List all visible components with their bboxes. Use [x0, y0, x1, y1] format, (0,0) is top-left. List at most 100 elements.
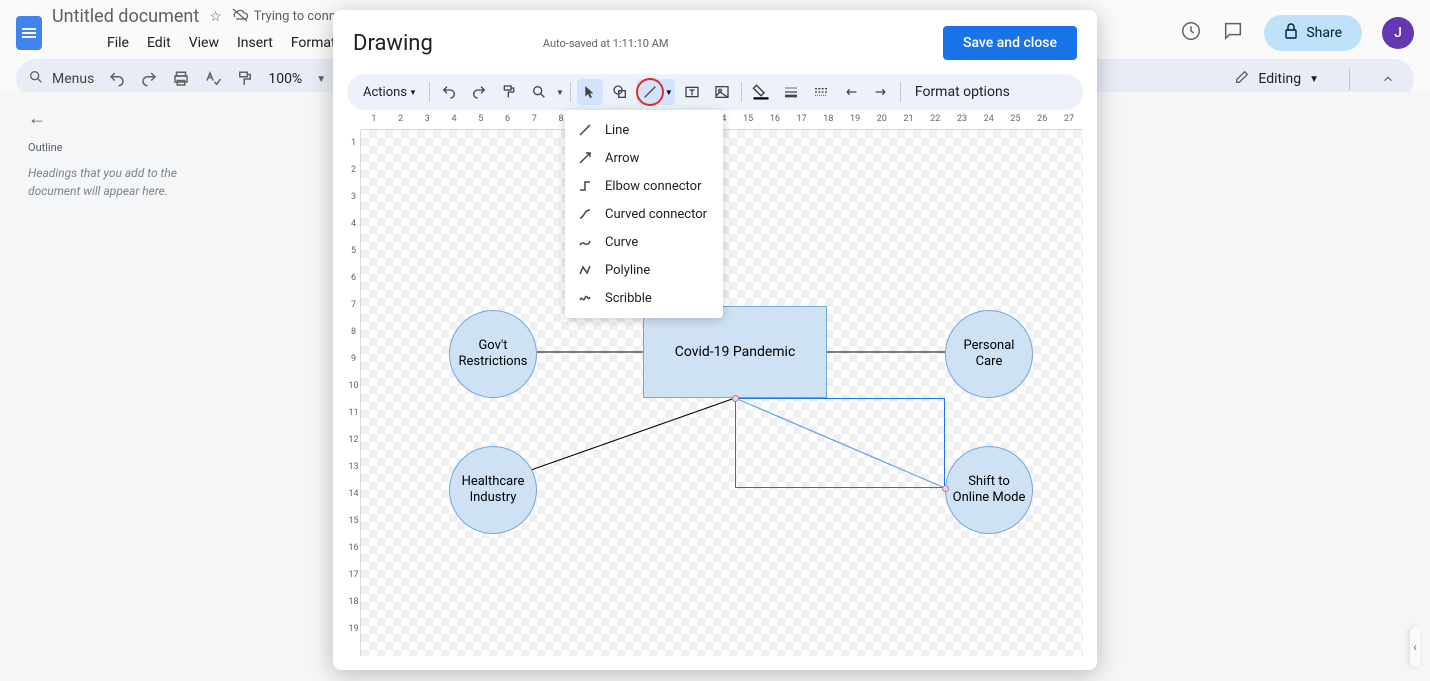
ruler-tick: 22	[922, 114, 949, 129]
diagram-node-healthcare[interactable]: Healthcare Industry	[449, 446, 537, 534]
line-menu-item-label: Scribble	[605, 291, 652, 306]
ruler-tick: 25	[1003, 114, 1030, 129]
select-tool-icon[interactable]	[577, 79, 603, 105]
ruler-vertical: 12345678910111213141516171819	[347, 130, 361, 656]
line-menu-item-label: Polyline	[605, 263, 650, 278]
shape-tool-icon[interactable]	[607, 79, 633, 105]
line-menu-curve[interactable]: Curve	[565, 228, 723, 256]
border-dash-icon[interactable]	[808, 79, 834, 105]
curve-icon	[577, 234, 593, 250]
line-menu-item-label: Line	[605, 123, 629, 138]
ruler-tick: 3	[414, 114, 441, 129]
node-label: Shift to Online Mode	[950, 474, 1028, 505]
ruler-tick: 5	[468, 114, 495, 129]
node-label: Healthcare Industry	[454, 474, 532, 505]
line-end-icon[interactable]	[868, 79, 894, 105]
ruler-tick: 16	[347, 535, 360, 562]
diagram-node-center[interactable]: Covid-19 Pandemic	[643, 306, 827, 398]
border-weight-icon[interactable]	[778, 79, 804, 105]
line-start-icon[interactable]	[838, 79, 864, 105]
undo-icon[interactable]	[436, 79, 462, 105]
zoom-tool-icon[interactable]	[526, 79, 552, 105]
line-tool-button[interactable]	[637, 79, 663, 105]
redo-icon[interactable]	[466, 79, 492, 105]
ruler-tick: 15	[735, 114, 762, 129]
ruler-tick: 10	[347, 373, 360, 400]
format-options-button[interactable]: Format options	[915, 84, 1010, 100]
ruler-tick: 17	[789, 114, 816, 129]
ruler-tick: 23	[949, 114, 976, 129]
ruler-tick: 21	[896, 114, 923, 129]
ruler-tick: 20	[869, 114, 896, 129]
elbow-connector-icon	[577, 178, 593, 194]
ruler-tick: 2	[347, 157, 360, 184]
line-menu-arrow[interactable]: Arrow	[565, 144, 723, 172]
curved-connector-icon	[577, 206, 593, 222]
line-tool-dropdown-button[interactable]: ▼	[663, 79, 675, 105]
actions-menu-button[interactable]: Actions ▼	[357, 81, 423, 104]
arrow-icon	[577, 150, 593, 166]
ruler-tick: 1	[347, 130, 360, 157]
line-menu-curved[interactable]: Curved connector	[565, 200, 723, 228]
toolbar-separator	[429, 82, 430, 102]
drawing-dialog: Drawing Auto-saved at 1:11:10 AM Save an…	[333, 10, 1097, 670]
drawing-toolbar: Actions ▼ ▼	[347, 74, 1083, 110]
ruler-tick: 3	[347, 184, 360, 211]
drawing-dialog-header: Drawing Auto-saved at 1:11:10 AM Save an…	[333, 10, 1097, 70]
ruler-tick: 16	[762, 114, 789, 129]
ruler-tick: 17	[347, 562, 360, 589]
save-and-close-button[interactable]: Save and close	[943, 26, 1077, 60]
scribble-icon	[577, 290, 593, 306]
line-menu-item-label: Curved connector	[605, 207, 707, 222]
line-menu-item-label: Elbow connector	[605, 179, 701, 194]
ruler-tick: 27	[1056, 114, 1083, 129]
ruler-tick: 26	[1029, 114, 1056, 129]
modal-scrim: Drawing Auto-saved at 1:11:10 AM Save an…	[0, 0, 1430, 681]
ruler-tick: 13	[347, 454, 360, 481]
ruler-tick: 4	[441, 114, 468, 129]
selection-bounding-box[interactable]	[735, 398, 945, 488]
ruler-tick: 19	[347, 616, 360, 643]
paint-format-icon[interactable]	[496, 79, 522, 105]
drawing-title: Drawing	[353, 31, 433, 56]
node-label: Gov't Restrictions	[454, 338, 532, 369]
chevron-down-icon: ▼	[409, 88, 417, 97]
image-tool-icon[interactable]	[709, 79, 735, 105]
toolbar-separator	[570, 82, 571, 102]
ruler-tick: 24	[976, 114, 1003, 129]
ruler-tick: 7	[521, 114, 548, 129]
connector-endpoint-handle[interactable]	[732, 395, 739, 402]
ruler-tick: 7	[347, 292, 360, 319]
line-menu-scribble[interactable]: Scribble	[565, 284, 723, 312]
ruler-tick: 12	[347, 427, 360, 454]
ruler-tick: 9	[347, 346, 360, 373]
toolbar-separator	[900, 82, 901, 102]
ruler-tick: 1	[361, 114, 388, 129]
ruler-tick: 5	[347, 238, 360, 265]
line-menu-line[interactable]: Line	[565, 116, 723, 144]
ruler-tick: 6	[347, 265, 360, 292]
connector-endpoint-handle[interactable]	[942, 485, 949, 492]
line-tool-group: ▼	[637, 79, 675, 105]
textbox-tool-icon[interactable]	[679, 79, 705, 105]
autosave-status: Auto-saved at 1:11:10 AM	[543, 37, 669, 50]
ruler-tick: 18	[815, 114, 842, 129]
line-menu-polyline[interactable]: Polyline	[565, 256, 723, 284]
ruler-tick: 4	[347, 211, 360, 238]
line-menu-elbow[interactable]: Elbow connector	[565, 172, 723, 200]
actions-label: Actions	[363, 85, 407, 100]
ruler-tick: 14	[347, 481, 360, 508]
ruler-tick: 6	[495, 114, 522, 129]
ruler-tick: 2	[388, 114, 415, 129]
chevron-down-icon[interactable]: ▼	[556, 88, 564, 97]
diagram-node-online[interactable]: Shift to Online Mode	[945, 446, 1033, 534]
toolbar-separator	[741, 82, 742, 102]
line-type-menu: Line Arrow Elbow connector Curved connec…	[565, 110, 723, 318]
diagram-node-govt[interactable]: Gov't Restrictions	[449, 310, 537, 398]
line-icon	[577, 122, 593, 138]
diagram-node-personal-care[interactable]: Personal Care	[945, 310, 1033, 398]
border-color-icon[interactable]	[748, 79, 774, 105]
ruler-tick: 15	[347, 508, 360, 535]
node-label: Covid-19 Pandemic	[675, 344, 796, 360]
node-label: Personal Care	[950, 338, 1028, 369]
